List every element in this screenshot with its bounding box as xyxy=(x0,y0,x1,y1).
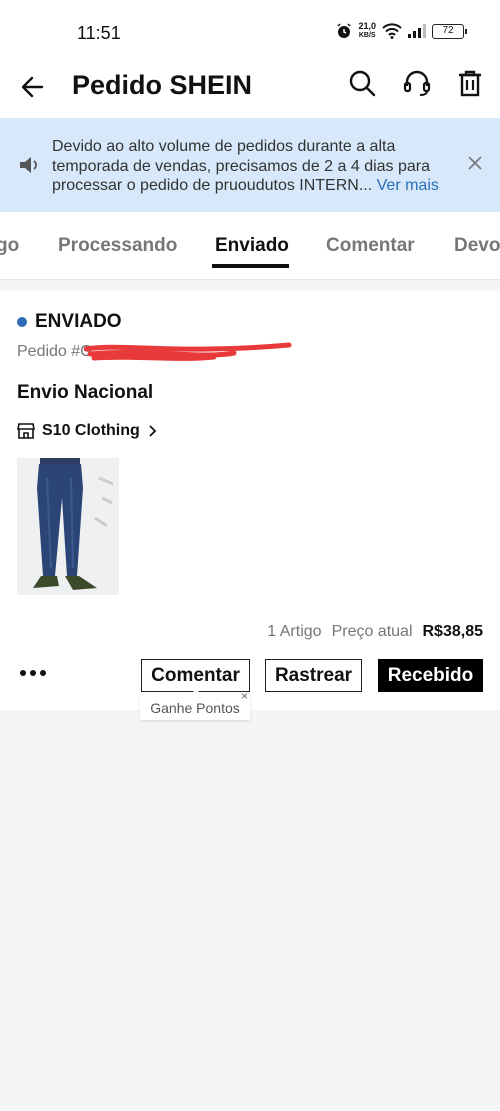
order-status: ENVIADO xyxy=(35,311,122,332)
track-button[interactable]: Rastrear xyxy=(265,659,362,692)
order-status-tabs: go Processando Enviado Comentar Devol xyxy=(0,212,500,280)
page-title: Pedido SHEIN xyxy=(72,70,253,100)
network-speed: 21,0 KB/S xyxy=(358,22,376,40)
chevron-right-icon xyxy=(149,425,157,437)
trash-icon[interactable] xyxy=(455,68,485,98)
active-tab-indicator xyxy=(212,264,289,268)
points-tooltip: Ganhe Pontos × xyxy=(140,689,250,720)
shipping-type: Envio Nacional xyxy=(17,382,154,403)
tooltip-close-icon[interactable]: × xyxy=(241,689,248,703)
tab-processando[interactable]: Processando xyxy=(58,235,177,257)
status-icons: 21,0 KB/S 72 xyxy=(336,22,467,40)
more-options-icon[interactable] xyxy=(19,667,47,679)
received-button[interactable]: Recebido xyxy=(378,659,483,692)
alarm-icon xyxy=(337,23,351,38)
tooltip-text: Ganhe Pontos xyxy=(150,699,240,716)
notice-message: Devido ao alto volume de pedidos durante… xyxy=(52,138,431,194)
tab-previous[interactable]: go xyxy=(0,235,19,257)
order-summary: 1 Artigo Preço atual R$38,85 xyxy=(267,623,483,641)
order-number: Pedido #G xyxy=(17,343,93,360)
order-price: R$38,85 xyxy=(422,623,484,640)
item-count: 1 Artigo xyxy=(267,623,322,640)
product-image-jeans[interactable] xyxy=(17,458,119,595)
headset-icon[interactable] xyxy=(402,68,432,98)
search-icon[interactable] xyxy=(347,68,377,98)
network-speed-unit: KB/S xyxy=(358,32,376,39)
see-more-link[interactable]: Ver mais xyxy=(377,177,439,194)
store-name: S10 Clothing xyxy=(42,422,140,439)
status-time: 11:51 xyxy=(77,23,121,43)
status-bar: 11:51 21,0 KB/S 72 xyxy=(0,0,500,62)
app-header: Pedido SHEIN xyxy=(0,62,500,118)
signal-icon xyxy=(408,24,426,38)
store-link[interactable]: S10 Clothing xyxy=(17,422,157,440)
tab-devolucao[interactable]: Devol xyxy=(454,235,500,257)
notice-text: Devido ao alto volume de pedidos durante… xyxy=(52,137,452,196)
store-icon xyxy=(17,423,35,439)
status-dot xyxy=(17,317,27,327)
wifi-icon xyxy=(382,23,402,39)
notice-banner: Devido ao alto volume de pedidos durante… xyxy=(0,118,500,212)
comment-button[interactable]: Comentar xyxy=(141,659,250,692)
tab-enviado[interactable]: Enviado xyxy=(215,235,289,257)
price-label: Preço atual xyxy=(331,623,413,640)
tab-comentar[interactable]: Comentar xyxy=(326,235,415,257)
close-icon[interactable] xyxy=(468,156,482,170)
speaker-icon xyxy=(20,157,37,173)
redaction-scribble xyxy=(84,342,292,361)
order-card[interactable]: ENVIADO Pedido #G Envio Nacional S10 Clo… xyxy=(0,291,500,720)
battery-icon: 72 xyxy=(432,23,467,39)
network-speed-value: 21,0 xyxy=(358,21,376,31)
back-arrow-icon[interactable] xyxy=(16,70,50,104)
